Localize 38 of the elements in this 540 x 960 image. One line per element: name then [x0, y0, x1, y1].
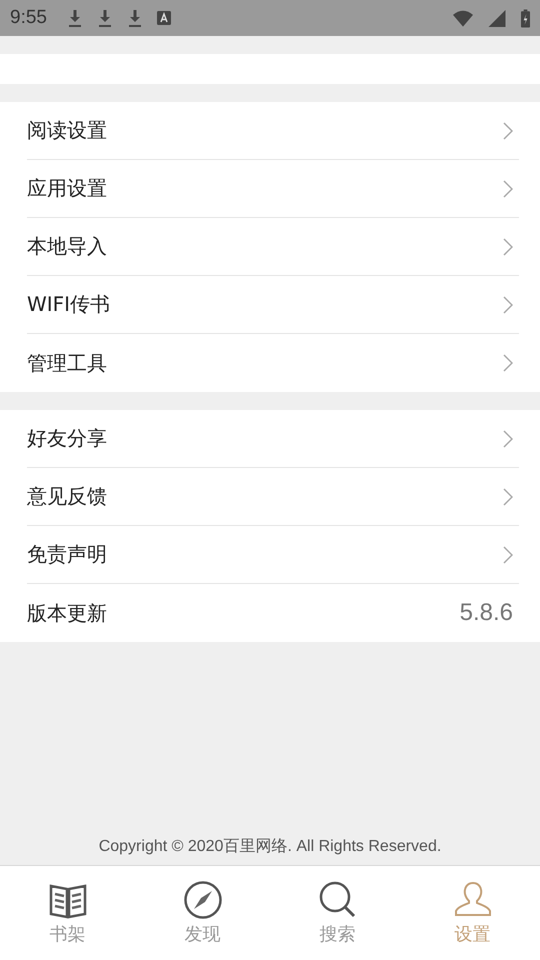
row-label: 意见反馈	[27, 483, 108, 510]
search-icon	[318, 880, 358, 920]
settings-row[interactable]: WIFI传书	[27, 276, 519, 334]
row-label: 本地导入	[27, 233, 108, 260]
download-icon	[66, 9, 83, 27]
download-icon	[126, 9, 143, 27]
row-label: WIFI传书	[27, 291, 112, 318]
row-label: 管理工具	[27, 350, 108, 376]
settings-row[interactable]: 免责声明	[27, 526, 519, 584]
row-label: 好友分享	[27, 425, 108, 452]
settings-row[interactable]: 版本更新 5.8.6	[27, 584, 519, 642]
settings-row[interactable]: 本地导入	[27, 218, 519, 276]
download-icon	[96, 9, 113, 27]
compass-icon	[182, 880, 222, 920]
chevron-right-icon	[503, 122, 513, 140]
row-label: 阅读设置	[27, 117, 108, 144]
row-label: 免责声明	[27, 541, 108, 568]
chevron-right-icon	[503, 296, 513, 314]
settings-row[interactable]: 应用设置	[27, 160, 519, 218]
chevron-right-icon	[503, 488, 513, 506]
status-time: 9:55	[10, 7, 47, 29]
keyboard-icon	[156, 11, 171, 25]
chevron-right-icon	[503, 354, 513, 372]
settings-row[interactable]: 好友分享	[27, 410, 519, 468]
chevron-right-icon	[503, 238, 513, 256]
settings-row[interactable]: 意见反馈	[27, 468, 519, 526]
row-label: 版本更新	[27, 600, 108, 626]
chevron-right-icon	[503, 430, 513, 448]
settings-row[interactable]: 管理工具	[27, 334, 519, 392]
chevron-right-icon	[503, 546, 513, 564]
settings-row[interactable]: 阅读设置	[27, 102, 519, 160]
battery-icon	[521, 8, 530, 28]
copyright-text: Copyright © 2020百里网络. All Rights Reserved.	[98, 837, 442, 857]
row-label: 应用设置	[27, 175, 108, 202]
chevron-right-icon	[503, 180, 513, 198]
wifi-icon	[453, 10, 473, 26]
version-number: 5.8.6	[460, 599, 513, 627]
signal-icon	[487, 10, 507, 26]
